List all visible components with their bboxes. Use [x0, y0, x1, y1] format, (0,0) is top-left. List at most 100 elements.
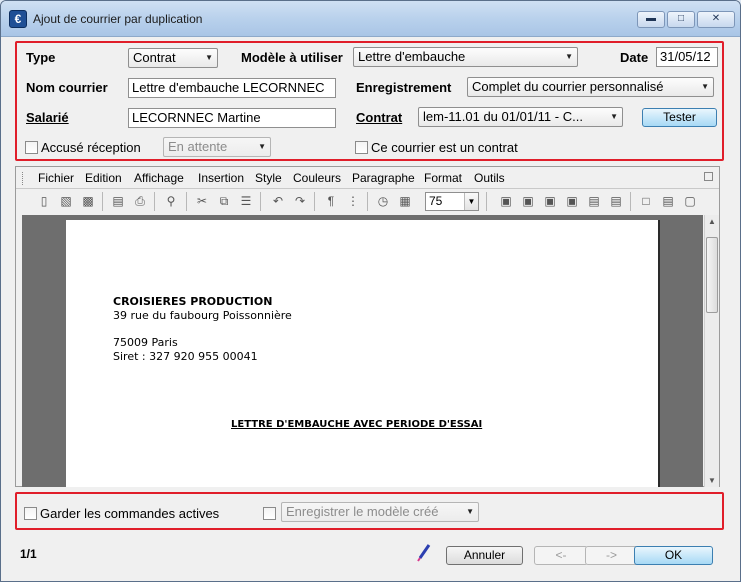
doc-title: LETTRE D'EMBAUCHE AVEC PERIODE D'ESSAI	[231, 419, 483, 430]
type-select-value: Contrat	[133, 50, 176, 65]
doc-company: CROISIERES PRODUCTION	[113, 295, 273, 308]
letter-name-label: Nom courrier	[26, 80, 108, 95]
open-folder-icon[interactable]: ▧	[58, 193, 74, 209]
print-icon[interactable]: ⎙	[132, 193, 148, 209]
test-button[interactable]: Tester	[642, 108, 717, 127]
save-model-checkbox[interactable]	[263, 507, 276, 520]
menu-fichier[interactable]: Fichier	[38, 171, 74, 185]
date-input[interactable]: 31/05/12	[656, 47, 718, 67]
scroll-thumb[interactable]	[706, 237, 718, 313]
is-contract-checkbox[interactable]	[355, 141, 368, 154]
chevron-down-icon: ▼	[205, 53, 213, 62]
ok-button[interactable]: OK	[634, 546, 713, 565]
next-button[interactable]: ->	[585, 546, 638, 565]
vertical-scrollbar[interactable]: ▲ ▼	[704, 215, 719, 487]
border-horizontal-icon[interactable]: ▤	[586, 193, 602, 209]
maximize-button[interactable]: □	[667, 11, 695, 28]
grip-icon	[22, 172, 25, 185]
border-left-icon[interactable]: ▣	[498, 193, 514, 209]
receipt-status-value: En attente	[168, 139, 228, 154]
document-editor: Fichier Edition Affichage Insertion Styl…	[15, 166, 720, 487]
document-page[interactable]: CROISIERES PRODUCTION 39 rue du faubourg…	[66, 220, 660, 487]
zoom-select[interactable]: 75 ▼	[425, 192, 479, 211]
menu-insertion[interactable]: Insertion	[198, 171, 244, 185]
menu-paragraphe[interactable]: Paragraphe	[352, 171, 415, 185]
save-mode-value: Complet du courrier personnalisé	[472, 79, 664, 94]
menu-edition[interactable]: Edition	[85, 171, 122, 185]
redo-icon[interactable]: ↷	[292, 193, 308, 209]
find-icon[interactable]: ⚲	[163, 193, 179, 209]
chevron-down-icon: ▼	[466, 507, 474, 516]
chevron-down-icon: ▼	[464, 193, 478, 210]
employee-link[interactable]: Salarié	[26, 110, 69, 125]
scroll-down-icon[interactable]: ▼	[708, 476, 716, 485]
editor-menubar: Fichier Edition Affichage Insertion Styl…	[16, 167, 719, 189]
new-document-icon[interactable]: ▯	[36, 193, 52, 209]
type-label: Type	[26, 50, 56, 65]
letter-name-input[interactable]: Lettre d'embauche LECORNNEC	[128, 78, 336, 98]
receipt-checkbox[interactable]	[25, 141, 38, 154]
save-icon[interactable]: ▩	[80, 193, 96, 209]
receipt-label: Accusé réception	[41, 140, 141, 155]
menu-format[interactable]: Format	[424, 171, 462, 185]
doc-siret: Siret : 327 920 955 00041	[113, 350, 258, 363]
chevron-down-icon: ▼	[701, 82, 709, 91]
paste-icon[interactable]: ☰	[238, 193, 254, 209]
dialog-window: € Ajout de courrier par duplication ▬ □ …	[0, 0, 741, 582]
undo-icon[interactable]: ↶	[270, 193, 286, 209]
zoom-value: 75	[429, 194, 443, 208]
editor-toolbar: ▯ ▧ ▩ ▤ ⎙ ⚲ ✂ ⧉ ☰ ↶ ↷ ¶ ⋮ ◷ ▦ 75 ▼ ▣ ▣ ▣…	[16, 190, 719, 214]
border-bottom-icon[interactable]: ▣	[564, 193, 580, 209]
clock-icon[interactable]: ◷	[375, 193, 391, 209]
calendar-icon[interactable]: ▦	[397, 193, 413, 209]
pilcrow-icon[interactable]: ¶	[323, 193, 339, 209]
date-label: Date	[620, 50, 649, 65]
chevron-down-icon: ▼	[565, 52, 573, 61]
border-none-icon[interactable]: ▢	[682, 193, 698, 209]
previous-button[interactable]: <-	[534, 546, 588, 565]
border-right-icon[interactable]: ▣	[542, 193, 558, 209]
menu-outils[interactable]: Outils	[474, 171, 505, 185]
cancel-button[interactable]: Annuler	[446, 546, 523, 565]
restore-icon[interactable]	[704, 172, 713, 181]
print-preview-icon[interactable]: ▤	[110, 193, 126, 209]
keep-orders-checkbox[interactable]	[24, 507, 37, 520]
model-select[interactable]: Lettre d'embauche ▼	[353, 47, 578, 67]
save-mode-select[interactable]: Complet du courrier personnalisé ▼	[467, 77, 714, 97]
title-bar: € Ajout de courrier par duplication ▬ □ …	[1, 1, 740, 37]
copy-icon[interactable]: ⧉	[216, 193, 232, 209]
window-title: Ajout de courrier par duplication	[33, 12, 203, 26]
chevron-down-icon: ▼	[258, 142, 266, 151]
minimize-button[interactable]: ▬	[637, 11, 665, 28]
type-select[interactable]: Contrat ▼	[128, 48, 218, 68]
border-top-icon[interactable]: ▣	[520, 193, 536, 209]
border-inside-icon[interactable]: ▤	[608, 193, 624, 209]
doc-address-city: 75009 Paris	[113, 336, 178, 349]
save-model-select[interactable]: Enregistrer le modèle créé ▼	[281, 502, 479, 522]
field-icon[interactable]: ⋮	[345, 193, 361, 209]
app-icon: €	[9, 10, 27, 28]
cut-icon[interactable]: ✂	[194, 193, 210, 209]
employee-input[interactable]: LECORNNEC Martine	[128, 108, 336, 128]
chevron-down-icon: ▼	[610, 112, 618, 121]
contract-select[interactable]: lem-11.01 du 01/01/11 - C... ▼	[418, 107, 623, 127]
close-button[interactable]: ✕	[697, 11, 735, 28]
document-view[interactable]: CROISIERES PRODUCTION 39 rue du faubourg…	[22, 215, 703, 487]
border-box-icon[interactable]: □	[638, 193, 654, 209]
menu-couleurs[interactable]: Couleurs	[293, 171, 341, 185]
model-select-value: Lettre d'embauche	[358, 49, 466, 64]
contract-select-value: lem-11.01 du 01/01/11 - C...	[423, 109, 583, 124]
border-split-icon[interactable]: ▤	[660, 193, 676, 209]
is-contract-label: Ce courrier est un contrat	[371, 140, 518, 155]
menu-style[interactable]: Style	[255, 171, 282, 185]
doc-address-street: 39 rue du faubourg Poissonnière	[113, 309, 292, 322]
keep-orders-label: Garder les commandes actives	[40, 506, 220, 521]
page-indicator: 1/1	[20, 547, 37, 561]
menu-affichage[interactable]: Affichage	[134, 171, 184, 185]
contract-link[interactable]: Contrat	[356, 110, 402, 125]
scroll-up-icon[interactable]: ▲	[708, 217, 716, 226]
save-model-value: Enregistrer le modèle créé	[286, 504, 439, 519]
model-label: Modèle à utiliser	[241, 50, 343, 65]
receipt-status-select[interactable]: En attente ▼	[163, 137, 271, 157]
pen-icon[interactable]	[417, 544, 431, 562]
